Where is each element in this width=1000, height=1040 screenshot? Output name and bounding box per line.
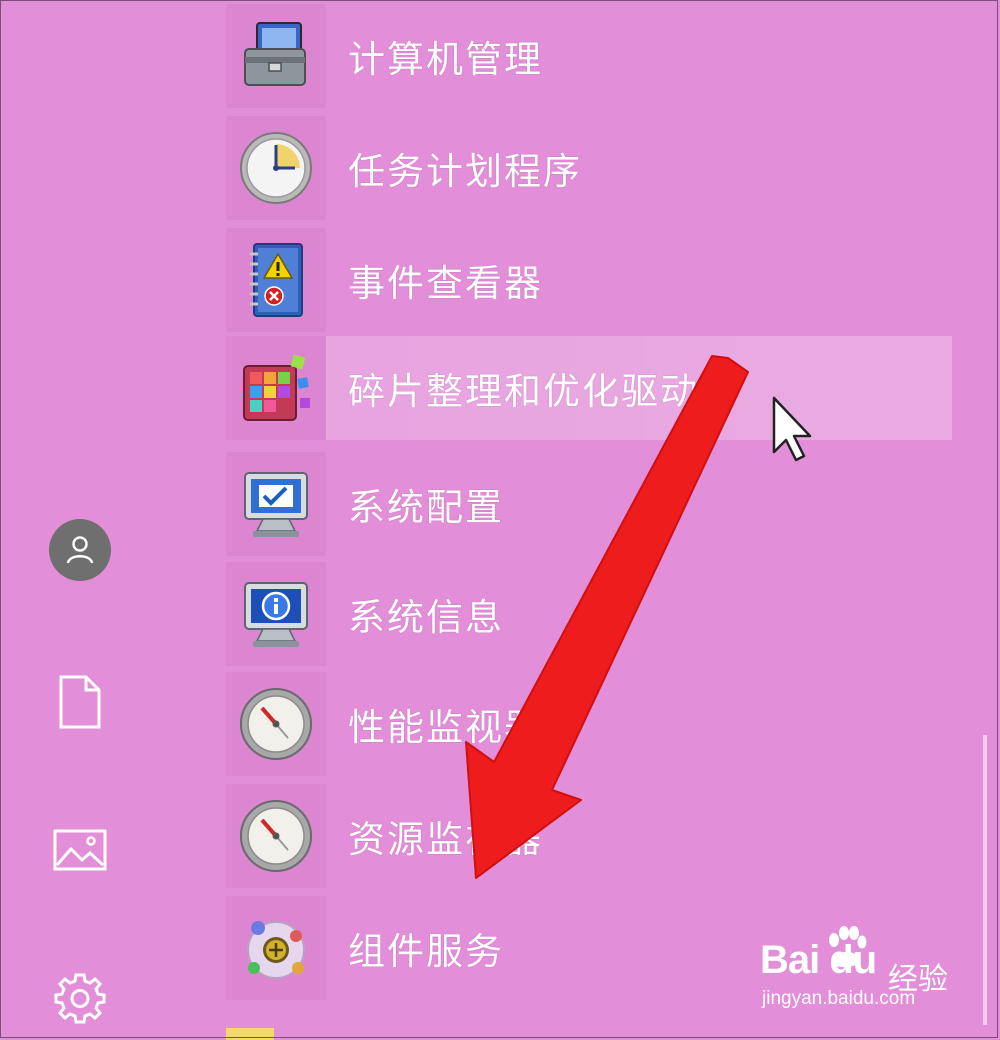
app-item-system-information[interactable]: 系统信息 [226,562,952,666]
list-scrollbar[interactable] [983,735,987,1025]
performance-monitor-icon [240,688,312,760]
app-item-event-viewer[interactable]: 事件查看器 [226,228,952,332]
app-item-defragment[interactable]: 碎片整理和优化驱动器 [226,336,952,440]
task-scheduler-clock-icon [240,132,312,204]
computer-management-icon [244,22,306,86]
picture-icon [53,829,107,871]
app-label: 资源监视器 [348,818,543,861]
settings-button[interactable] [42,960,118,1036]
pictures-button[interactable] [42,812,118,888]
app-label: 组件服务 [348,930,504,973]
baidu-jingyan-watermark: Bai du 经验 jingyan.baidu.com [760,926,960,1020]
app-tile [226,672,326,776]
app-tile [226,228,326,332]
app-tile [226,562,326,666]
app-label: 碎片整理和优化驱动器 [348,370,738,413]
app-tile [226,4,326,108]
app-item-task-scheduler[interactable]: 任务计划程序 [226,116,952,220]
app-list: 计算机管理 任务计划程序 事件查看器 碎片整理和优化驱动器 系统配置 系统信息 … [226,0,966,1040]
user-avatar [49,519,111,581]
app-item-performance-monitor[interactable]: 性能监视器 [226,672,952,776]
system-information-icon [244,582,308,647]
event-viewer-icon [250,243,303,317]
defragment-icon [243,354,310,421]
app-label: 任务计划程序 [348,150,582,193]
user-account-button[interactable] [42,512,118,588]
watermark-logo: Bai du [760,938,877,982]
gear-icon [54,973,106,1024]
app-label: 事件查看器 [348,262,543,305]
app-tile [226,116,326,220]
app-label: 计算机管理 [348,38,543,81]
app-label: 系统配置 [348,486,504,529]
app-item-computer-management[interactable]: 计算机管理 [226,4,952,108]
app-label: 系统信息 [348,596,504,639]
app-item-system-configuration[interactable]: 系统配置 [226,452,952,556]
start-left-rail [0,0,160,1040]
resource-monitor-icon [240,800,312,872]
watermark-url: jingyan.baidu.com [762,988,916,1009]
component-services-icon [247,921,305,979]
app-tile [226,452,326,556]
user-icon [66,536,94,564]
system-configuration-icon [244,472,308,537]
document-icon [59,675,101,729]
next-app-tile-partial[interactable] [226,1028,274,1040]
app-item-resource-monitor[interactable]: 资源监视器 [226,784,952,888]
documents-button[interactable] [42,664,118,740]
app-label: 性能监视器 [348,706,543,749]
app-tile [226,896,326,1000]
app-tile [226,336,326,440]
app-tile [226,784,326,888]
